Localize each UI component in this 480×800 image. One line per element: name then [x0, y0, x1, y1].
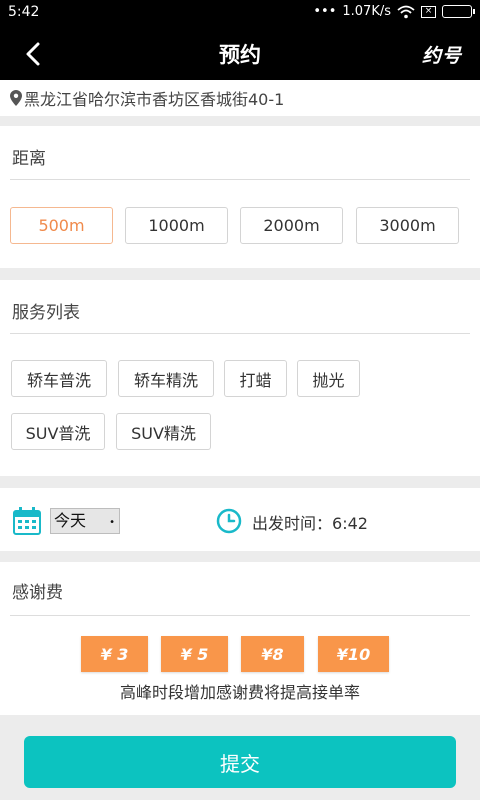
- distance-option-3000m[interactable]: 3000m: [356, 207, 459, 244]
- service-sedan-fine-wash[interactable]: 轿车精洗: [118, 360, 214, 397]
- distance-section: 距离 500m 1000m 2000m 3000m: [0, 126, 480, 268]
- location-pin-icon: [10, 90, 22, 106]
- distance-heading: 距离: [12, 149, 46, 169]
- day-select-value: 今天: [54, 511, 87, 530]
- service-waxing[interactable]: 打蜡: [224, 360, 287, 397]
- thanks-fee-8[interactable]: ¥8: [241, 636, 304, 672]
- thanks-fee-note: 高峰时段增加感谢费将提高接单率: [119, 683, 360, 702]
- submit-button[interactable]: 提交: [24, 736, 456, 788]
- network-speed: 1.07K/s: [342, 4, 391, 19]
- address-bar: 黑龙江省哈尔滨市香坊区香城街40-1: [0, 80, 480, 116]
- departure-label: 出发时间：: [252, 514, 333, 533]
- service-suv-fine-wash[interactable]: SUV精洗: [116, 413, 211, 450]
- page-title: 预约: [219, 43, 261, 67]
- thanks-fee-section: 感谢费 ¥ 3 ¥ 5 ¥8 ¥10 高峰时段增加感谢费将提高接单率: [0, 562, 480, 715]
- address-text: 黑龙江省哈尔滨市香坊区香城街40-1: [24, 90, 285, 109]
- thanks-fee-3[interactable]: ¥ 3: [81, 636, 148, 672]
- service-sedan-basic-wash[interactable]: 轿车普洗: [11, 360, 107, 397]
- divider: [10, 333, 470, 334]
- service-polishing[interactable]: 抛光: [297, 360, 360, 397]
- departure-time[interactable]: 出发时间：6:42: [252, 510, 368, 534]
- status-right: ••• 1.07K/s ×: [313, 4, 475, 19]
- distance-option-2000m[interactable]: 2000m: [240, 207, 343, 244]
- thanks-fee-heading: 感谢费: [12, 583, 63, 603]
- app-logo: 约号: [421, 45, 462, 67]
- calendar-icon[interactable]: [12, 506, 42, 536]
- nav-bar: 预约 约号: [0, 26, 480, 80]
- sim-x-icon: ×: [421, 5, 436, 18]
- departure-time-value: 6:42: [332, 514, 368, 533]
- divider: [10, 615, 470, 616]
- battery-icon: [442, 5, 475, 18]
- wifi-icon: [397, 5, 415, 18]
- day-select[interactable]: 今天 •: [50, 508, 120, 534]
- distance-option-1000m[interactable]: 1000m: [125, 207, 228, 244]
- service-suv-basic-wash[interactable]: SUV普洗: [11, 413, 105, 450]
- thanks-fee-5[interactable]: ¥ 5: [161, 636, 228, 672]
- services-heading: 服务列表: [12, 303, 80, 323]
- status-time: 5:42: [8, 4, 40, 20]
- distance-option-500m[interactable]: 500m: [10, 207, 113, 244]
- services-section: 服务列表 轿车普洗 轿车精洗 打蜡 抛光 SUV普洗 SUV精洗: [0, 280, 480, 476]
- divider: [10, 179, 470, 180]
- thanks-fee-10[interactable]: ¥10: [318, 636, 389, 672]
- status-dots: •••: [313, 4, 337, 19]
- status-bar: 5:42 ••• 1.07K/s ×: [0, 0, 480, 26]
- clock-icon[interactable]: [216, 508, 242, 534]
- dropdown-caret-icon: •: [109, 517, 115, 528]
- schedule-section: 今天 • 出发时间：6:42: [0, 488, 480, 551]
